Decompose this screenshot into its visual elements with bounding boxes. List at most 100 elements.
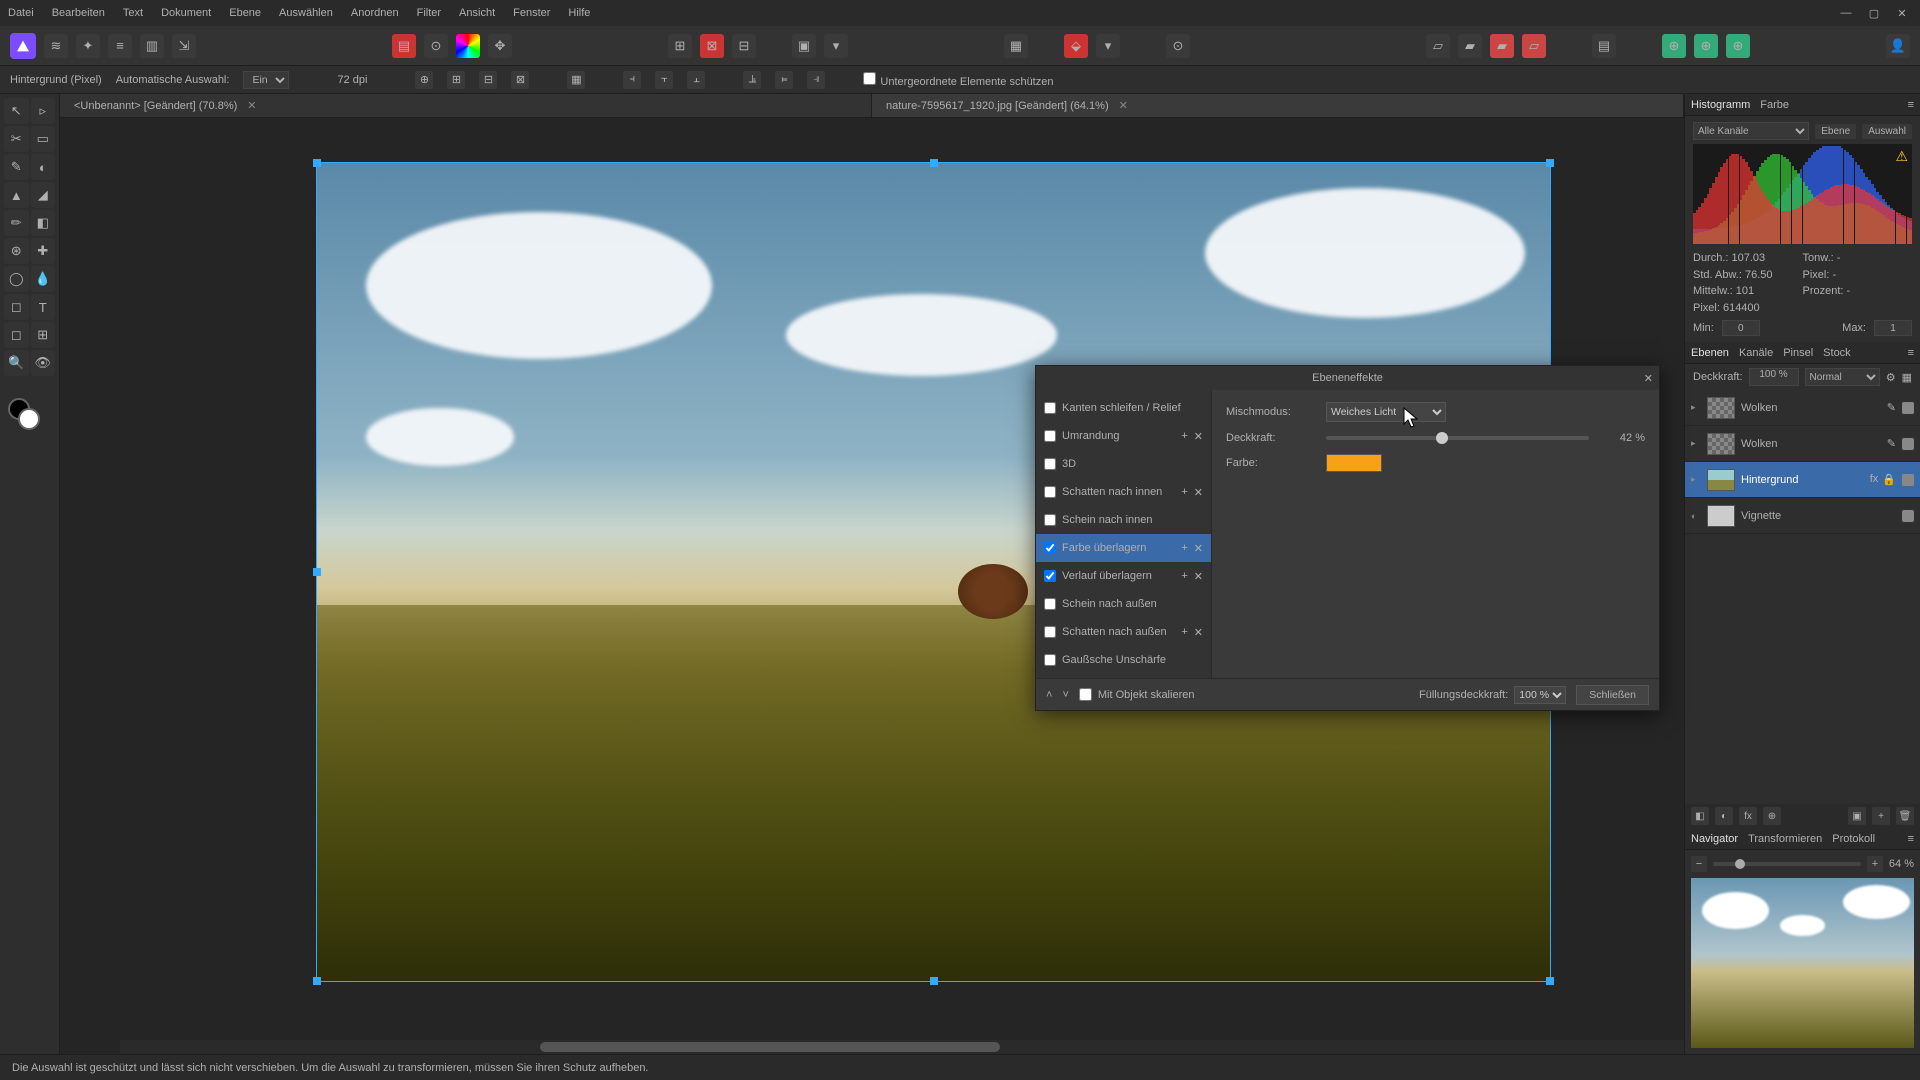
dialog-titlebar[interactable]: Ebeneneffekte ✕ xyxy=(1036,366,1659,390)
delete-layer-icon[interactable]: 🗑 xyxy=(1896,807,1914,825)
fx-bevel[interactable]: Kanten schleifen / Relief xyxy=(1036,394,1211,422)
close-dialog-icon[interactable]: ✕ xyxy=(1644,372,1653,385)
snap-grid-icon[interactable]: ⊞ xyxy=(668,34,692,58)
blend-mode-select[interactable]: Weiches Licht xyxy=(1326,402,1446,422)
brush-sel-icon[interactable]: ◐ xyxy=(31,154,56,180)
fx-outer-shadow[interactable]: Schatten nach außen+✕ xyxy=(1036,618,1211,646)
visibility-toggle[interactable] xyxy=(1902,402,1914,414)
adjustment-icon[interactable]: ◐ xyxy=(1715,807,1733,825)
align-h1-icon[interactable]: ⫞ xyxy=(623,71,641,89)
clone-tool-icon[interactable]: ⊛ xyxy=(4,238,29,264)
swatch-red-icon[interactable]: ▤ xyxy=(392,34,416,58)
crop-tool-icon[interactable]: ✂ xyxy=(4,126,29,152)
paint-tool-icon[interactable]: ✏ xyxy=(4,210,29,236)
arrange-back-icon[interactable]: ▱ xyxy=(1426,34,1450,58)
close-window-button[interactable]: ✕ xyxy=(1892,7,1912,20)
add-layer-icon[interactable]: + xyxy=(1872,807,1890,825)
zoom-slider[interactable] xyxy=(1713,862,1861,866)
fill-opacity-select[interactable]: 100 % xyxy=(1514,686,1566,704)
fx-inner-shadow[interactable]: Schatten nach innen+✕ xyxy=(1036,478,1211,506)
maximize-button[interactable]: ▢ xyxy=(1864,7,1884,20)
persona-develop-icon[interactable]: ≡ xyxy=(108,34,132,58)
arrange-forward-icon[interactable]: ▰ xyxy=(1490,34,1514,58)
menu-filter[interactable]: Filter xyxy=(417,7,441,19)
remove-icon[interactable]: ✕ xyxy=(1194,542,1203,555)
menu-edit[interactable]: Bearbeiten xyxy=(52,7,105,19)
fx-3d[interactable]: 3D xyxy=(1036,450,1211,478)
expand-icon[interactable]: ▸ xyxy=(1691,402,1701,413)
menu-layer[interactable]: Ebene xyxy=(229,7,261,19)
histogram-selection-button[interactable]: Auswahl xyxy=(1862,124,1912,139)
fx-outer-glow[interactable]: Schein nach außen xyxy=(1036,590,1211,618)
tab-channels[interactable]: Kanäle xyxy=(1739,347,1773,359)
transform-icon-2[interactable]: ⊞ xyxy=(447,71,465,89)
transform-icon-1[interactable]: ⊕ xyxy=(415,71,433,89)
remove-icon[interactable]: ✕ xyxy=(1194,486,1203,499)
menu-text[interactable]: Text xyxy=(123,7,143,19)
align-h3-icon[interactable]: ⫠ xyxy=(687,71,705,89)
next-effect-icon[interactable]: ˅ xyxy=(1062,689,1068,701)
eraser-tool-icon[interactable]: ◧ xyxy=(31,210,56,236)
tab-layers[interactable]: Ebenen xyxy=(1691,347,1729,359)
fx-color-overlay[interactable]: Farbe überlagern+✕ xyxy=(1036,534,1211,562)
expand-icon[interactable]: ▸ xyxy=(1691,474,1701,485)
histogram-channel-select[interactable]: Alle Kanäle xyxy=(1693,122,1809,140)
scale-with-object-checkbox[interactable]: Mit Objekt skalieren xyxy=(1079,688,1195,701)
tab-histogram[interactable]: Histogramm xyxy=(1691,99,1750,111)
min-input[interactable] xyxy=(1722,320,1760,336)
vector-tool-icon[interactable]: ◻ xyxy=(4,322,29,348)
autoselect-icon[interactable]: ✥ xyxy=(488,34,512,58)
fx-outline[interactable]: Umrandung+✕ xyxy=(1036,422,1211,450)
clip-icon[interactable]: ▣ xyxy=(792,34,816,58)
opacity-slider[interactable] xyxy=(1326,436,1589,440)
layer-effects-dialog[interactable]: Ebeneneffekte ✕ Kanten schleifen / Relie… xyxy=(1035,365,1660,711)
add-icon[interactable]: + xyxy=(1181,486,1187,499)
shape-tool-icon[interactable]: ◻ xyxy=(4,294,29,320)
histogram-layer-button[interactable]: Ebene xyxy=(1815,124,1856,139)
add-icon[interactable]: + xyxy=(1181,430,1187,443)
close-tab-icon[interactable]: ✕ xyxy=(247,99,256,112)
remove-icon[interactable]: ✕ xyxy=(1194,430,1203,443)
align-panel-icon[interactable]: ▤ xyxy=(1592,34,1616,58)
layer-item-wolken-2[interactable]: ▸ Wolken ✎ xyxy=(1685,426,1920,462)
color-wells[interactable] xyxy=(4,394,55,434)
persona-export-icon[interactable]: ⇲ xyxy=(172,34,196,58)
edit-icon[interactable]: ✎ xyxy=(1887,401,1896,414)
protect-children-checkbox[interactable]: Untergeordnete Elemente schützen xyxy=(863,72,1053,88)
flood-tool-icon[interactable]: ▲ xyxy=(4,182,29,208)
fx-inner-glow[interactable]: Schein nach innen xyxy=(1036,506,1211,534)
layer-blend-select[interactable]: Normal xyxy=(1805,368,1880,386)
transform-icon-3[interactable]: ⊟ xyxy=(479,71,497,89)
align-v2-icon[interactable]: ⫢ xyxy=(775,71,793,89)
remove-icon[interactable]: ✕ xyxy=(1194,570,1203,583)
add-icon[interactable]: + xyxy=(1181,570,1187,583)
edit-icon[interactable]: ✎ xyxy=(1887,437,1896,450)
context-mode-select[interactable]: Ein xyxy=(243,71,289,89)
preview-icon[interactable]: ⊙ xyxy=(1166,34,1190,58)
panel-menu-icon[interactable]: ≡ xyxy=(1908,833,1914,845)
layer-opacity-input[interactable]: 100 % xyxy=(1749,368,1799,386)
layer-item-hintergrund[interactable]: ▸ Hintergrund fx🔒 xyxy=(1685,462,1920,498)
foreground-color-well[interactable] xyxy=(18,408,40,430)
arrange-front-icon[interactable]: ▱ xyxy=(1522,34,1546,58)
align-v1-icon[interactable]: ⫡ xyxy=(743,71,761,89)
menu-document[interactable]: Dokument xyxy=(161,7,211,19)
clip-dropdown-icon[interactable]: ▾ xyxy=(824,34,848,58)
align-v3-icon[interactable]: ⫣ xyxy=(807,71,825,89)
transform-icon-4[interactable]: ⊠ xyxy=(511,71,529,89)
menu-select[interactable]: Auswählen xyxy=(279,7,333,19)
document-tab-2[interactable]: nature-7595617_1920.jpg [Geändert] (64.1… xyxy=(872,94,1684,117)
persona-tone-icon[interactable]: ▥ xyxy=(140,34,164,58)
snap-red-icon[interactable]: ⬙ xyxy=(1064,34,1088,58)
menu-arrange[interactable]: Anordnen xyxy=(351,7,399,19)
snap-grid2-icon[interactable]: ⊟ xyxy=(732,34,756,58)
horizontal-scrollbar[interactable] xyxy=(120,1040,1684,1054)
menu-window[interactable]: Fenster xyxy=(513,7,550,19)
prev-effect-icon[interactable]: ˄ xyxy=(1046,689,1052,701)
color-swatch[interactable] xyxy=(1326,454,1382,472)
snap-dropdown-icon[interactable]: ▾ xyxy=(1096,34,1120,58)
add-icon[interactable]: + xyxy=(1181,626,1187,639)
layer-gear-icon[interactable]: ⚙ xyxy=(1886,371,1896,384)
tab-stock[interactable]: Stock xyxy=(1823,347,1851,359)
snap-off-icon[interactable]: ⊠ xyxy=(700,34,724,58)
